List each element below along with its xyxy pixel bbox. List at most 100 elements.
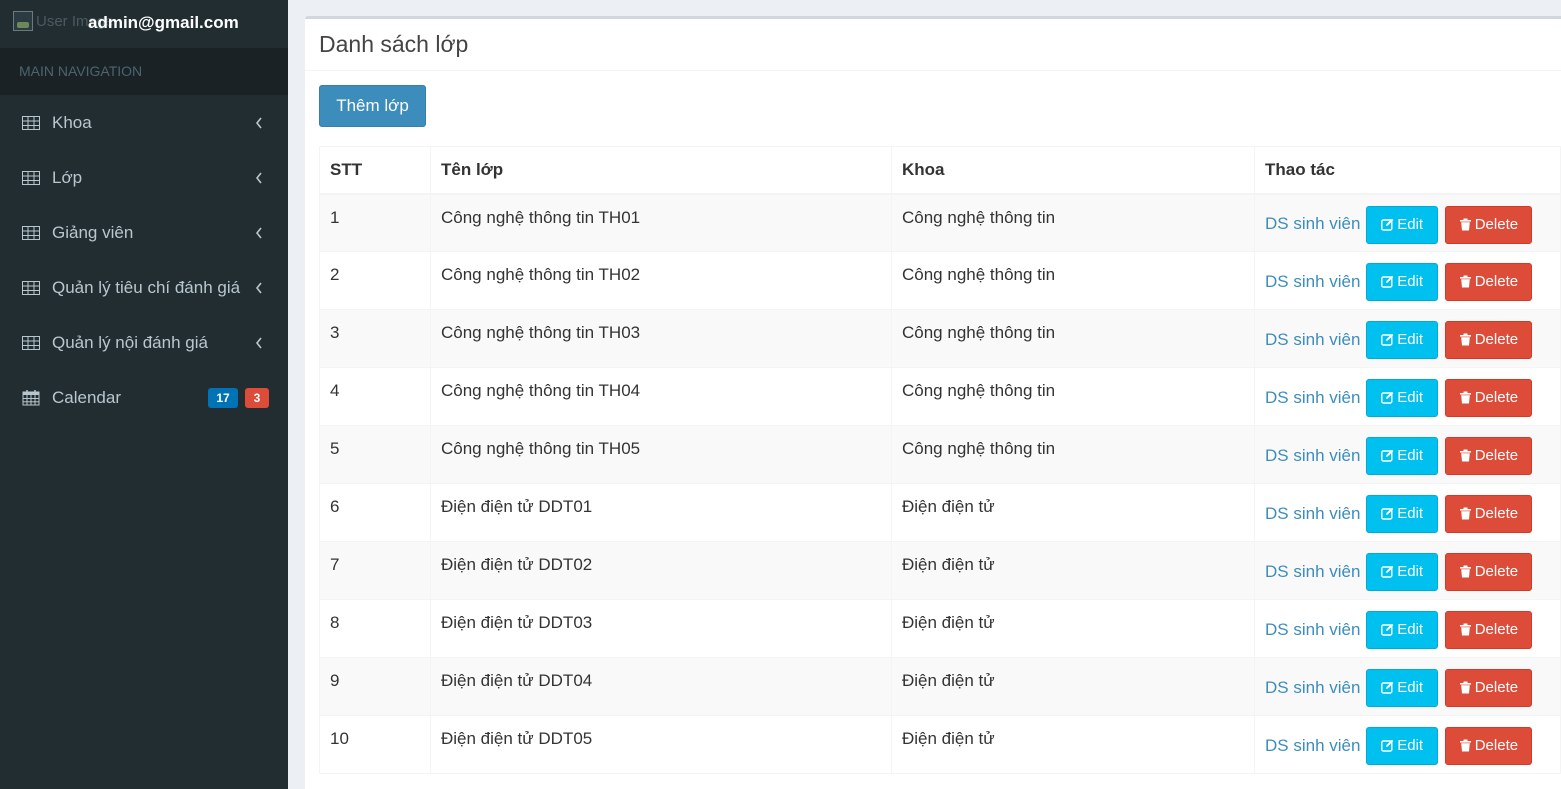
cell-khoa: Công nghệ thông tin	[891, 309, 1255, 368]
edit-button-label: Edit	[1397, 331, 1424, 348]
table-row: 6 Điện điện tử DDT01 Điện điện tử DS sin…	[319, 483, 1561, 542]
student-list-link[interactable]: DS sinh viên	[1265, 736, 1360, 756]
delete-button[interactable]: Delete	[1444, 321, 1532, 359]
edit-icon	[1381, 623, 1394, 636]
table-body: 1 Công nghệ thông tin TH01 Công nghệ thô…	[319, 193, 1561, 774]
edit-button[interactable]: Edit	[1366, 611, 1439, 649]
sidebar-item-calendar[interactable]: Calendar 17 3	[0, 370, 288, 425]
edit-button[interactable]: Edit	[1366, 553, 1439, 591]
table-row: 1 Công nghệ thông tin TH01 Công nghệ thô…	[319, 193, 1561, 252]
cell-ten-lop: Công nghệ thông tin TH02	[430, 251, 892, 310]
class-list-box: Danh sách lớp Thêm lớp STT Tên lớp Khoa …	[305, 16, 1561, 789]
cell-stt: 8	[319, 599, 431, 658]
calendar-icon	[22, 389, 40, 405]
student-list-link[interactable]: DS sinh viên	[1265, 504, 1360, 524]
cell-actions: DS sinh viên Edit Delete	[1254, 657, 1561, 716]
sidebar-item-giang-vien[interactable]: Giảng viên	[0, 205, 288, 260]
edit-button[interactable]: Edit	[1366, 437, 1439, 475]
cell-ten-lop: Điện điện tử DDT02	[430, 541, 892, 600]
chevron-left-icon	[255, 172, 262, 183]
edit-button[interactable]: Edit	[1366, 727, 1439, 765]
table-row: 7 Điện điện tử DDT02 Điện điện tử DS sin…	[319, 541, 1561, 600]
sidebar-item-lop[interactable]: Lớp	[0, 150, 288, 205]
sidebar-item-khoa[interactable]: Khoa	[0, 95, 288, 150]
edit-button[interactable]: Edit	[1366, 495, 1439, 533]
delete-button[interactable]: Delete	[1444, 437, 1532, 475]
student-list-link[interactable]: DS sinh viên	[1265, 214, 1360, 234]
delete-button[interactable]: Delete	[1444, 263, 1532, 301]
table-icon	[22, 170, 40, 185]
trash-icon	[1459, 623, 1471, 636]
delete-button[interactable]: Delete	[1444, 611, 1532, 649]
cell-ten-lop: Điện điện tử DDT03	[430, 599, 892, 658]
edit-button-label: Edit	[1397, 273, 1424, 290]
student-list-link[interactable]: DS sinh viên	[1265, 272, 1360, 292]
edit-button[interactable]: Edit	[1366, 669, 1439, 707]
edit-button-label: Edit	[1397, 563, 1424, 580]
cell-stt: 1	[319, 193, 431, 252]
user-panel: User Image admin@gmail.com	[0, 0, 288, 48]
cell-stt: 3	[319, 309, 431, 368]
student-list-link[interactable]: DS sinh viên	[1265, 620, 1360, 640]
cell-ten-lop: Công nghệ thông tin TH01	[430, 193, 892, 252]
delete-button-label: Delete	[1474, 273, 1519, 290]
column-header-stt: STT	[319, 146, 431, 195]
table-icon	[22, 280, 40, 295]
table-icon	[22, 225, 40, 240]
table-icon	[22, 115, 40, 130]
cell-stt: 9	[319, 657, 431, 716]
trash-icon	[1459, 333, 1471, 346]
cell-khoa: Điện điện tử	[891, 657, 1255, 716]
edit-button-label: Edit	[1397, 215, 1424, 233]
column-header-ten-lop: Tên lớp	[430, 146, 892, 195]
cell-stt: 5	[319, 425, 431, 484]
delete-button[interactable]: Delete	[1444, 205, 1532, 244]
trash-icon	[1459, 565, 1471, 578]
user-image-broken-icon	[13, 11, 33, 31]
cell-ten-lop: Công nghệ thông tin TH04	[430, 367, 892, 426]
delete-button[interactable]: Delete	[1444, 669, 1532, 707]
edit-button[interactable]: Edit	[1366, 379, 1439, 417]
edit-button[interactable]: Edit	[1366, 205, 1439, 244]
edit-icon	[1381, 333, 1394, 346]
trash-icon	[1459, 507, 1471, 520]
cell-stt: 7	[319, 541, 431, 600]
trash-icon	[1459, 681, 1471, 694]
student-list-link[interactable]: DS sinh viên	[1265, 678, 1360, 698]
delete-button-label: Delete	[1474, 679, 1519, 696]
add-class-button[interactable]: Thêm lớp	[319, 85, 426, 127]
sidebar-item-quan-ly-noi-danh-gia[interactable]: Quản lý nội đánh giá	[0, 315, 288, 370]
calendar-badge-blue: 17	[208, 387, 238, 408]
delete-button[interactable]: Delete	[1444, 379, 1532, 417]
delete-button[interactable]: Delete	[1444, 727, 1532, 765]
cell-actions: DS sinh viên Edit Delete	[1254, 309, 1561, 368]
edit-button[interactable]: Edit	[1366, 321, 1439, 359]
cell-actions: DS sinh viên Edit Delete	[1254, 425, 1561, 484]
delete-button-label: Delete	[1474, 563, 1519, 580]
delete-button[interactable]: Delete	[1444, 495, 1532, 533]
table-row: 5 Công nghệ thông tin TH05 Công nghệ thô…	[319, 425, 1561, 484]
edit-icon	[1381, 507, 1394, 520]
delete-button-label: Delete	[1474, 215, 1519, 233]
student-list-link[interactable]: DS sinh viên	[1265, 446, 1360, 466]
edit-icon	[1381, 218, 1394, 231]
edit-button[interactable]: Edit	[1366, 263, 1439, 301]
table-row: 4 Công nghệ thông tin TH04 Công nghệ thô…	[319, 367, 1561, 426]
table-row: 8 Điện điện tử DDT03 Điện điện tử DS sin…	[319, 599, 1561, 658]
student-list-link[interactable]: DS sinh viên	[1265, 330, 1360, 350]
chevron-left-icon	[255, 227, 262, 238]
student-list-link[interactable]: DS sinh viên	[1265, 388, 1360, 408]
delete-button-label: Delete	[1474, 331, 1519, 348]
edit-icon	[1381, 275, 1394, 288]
sidebar-item-label: Quản lý tiêu chí đánh giá	[52, 277, 241, 297]
delete-button-label: Delete	[1474, 447, 1519, 464]
cell-khoa: Điện điện tử	[891, 599, 1255, 658]
calendar-badge-red: 3	[245, 387, 269, 408]
sidebar-item-quan-ly-tieu-chi[interactable]: Quản lý tiêu chí đánh giá	[0, 260, 288, 315]
edit-button-label: Edit	[1397, 505, 1424, 522]
trash-icon	[1459, 739, 1471, 752]
chevron-left-icon	[255, 337, 262, 348]
student-list-link[interactable]: DS sinh viên	[1265, 562, 1360, 582]
delete-button[interactable]: Delete	[1444, 553, 1532, 591]
edit-button-label: Edit	[1397, 621, 1424, 638]
